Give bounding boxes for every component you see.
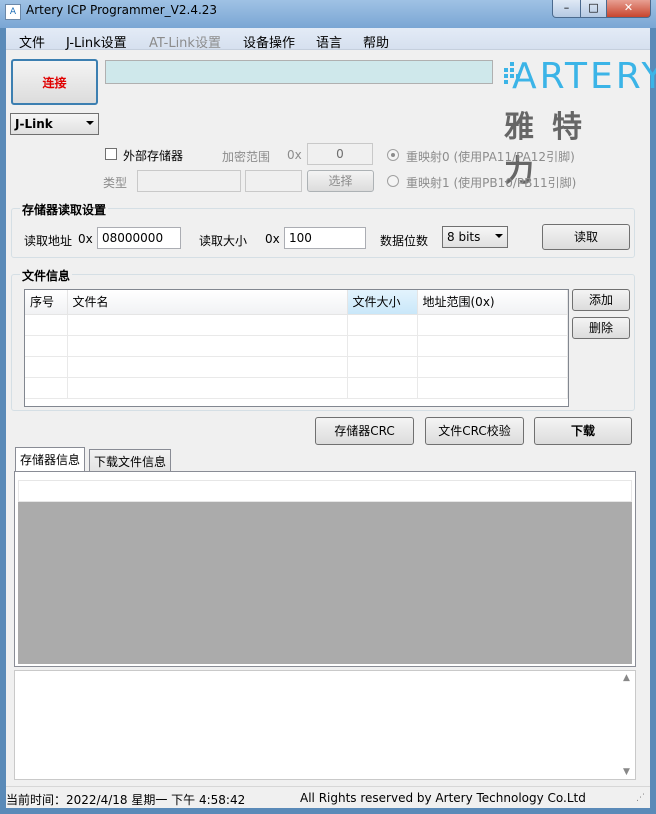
column-header-filesize[interactable]: 文件大小: [347, 290, 418, 315]
tab-download-file-info[interactable]: 下载文件信息: [89, 449, 172, 471]
read-address-prefix: 0x: [78, 232, 93, 246]
external-memory-checkbox[interactable]: [105, 148, 117, 160]
maximize-button[interactable]: □: [580, 0, 607, 18]
progress-bar: [105, 60, 493, 84]
memory-crc-button[interactable]: 存储器CRC: [315, 417, 414, 445]
minimize-button[interactable]: –: [552, 0, 581, 18]
close-button[interactable]: ✕: [606, 0, 651, 18]
download-button[interactable]: 下载: [534, 417, 632, 445]
window-title: Artery ICP Programmer_V2.4.23: [26, 3, 218, 17]
menu-atlink-settings[interactable]: AT-Link设置: [149, 32, 221, 51]
remap0-label: 重映射0 (使用PA11/PA12引脚): [406, 150, 575, 164]
main-window: 文件 J-Link设置 AT-Link设置 设备操作 语言 帮助 连接 J-Li…: [6, 28, 656, 808]
copyright-text: All Rights reserved by Artery Technology…: [300, 791, 586, 805]
radio-dot-icon: [391, 153, 395, 157]
device-combo[interactable]: J-Link: [10, 113, 99, 135]
menu-device-ops[interactable]: 设备操作: [243, 32, 295, 51]
menu-language[interactable]: 语言: [316, 32, 342, 51]
file-table: 序号 文件名 文件大小 地址范围(0x): [25, 290, 568, 399]
type-input-2[interactable]: [245, 170, 302, 192]
resize-grip-icon[interactable]: ⋰: [636, 793, 645, 803]
app-icon: A: [5, 4, 21, 20]
data-bits-value: 8 bits: [447, 230, 481, 244]
column-header-index[interactable]: 序号: [25, 290, 68, 315]
menu-help[interactable]: 帮助: [363, 32, 389, 51]
status-bar: 当前时间：2022/4/18 星期一 下午 4:58:42 All Rights…: [6, 786, 650, 808]
select-button[interactable]: 选择: [307, 170, 374, 192]
type-input[interactable]: [137, 170, 241, 192]
chevron-down-icon: [86, 121, 94, 125]
read-settings-title: 存储器读取设置: [20, 201, 109, 218]
artery-logo: ARTERY 雅特力: [502, 54, 656, 189]
data-bits-combo[interactable]: 8 bits: [442, 226, 508, 248]
read-size-input[interactable]: 100: [284, 227, 366, 249]
data-bits-label: 数据位数: [380, 234, 429, 248]
title-bar: A Artery ICP Programmer_V2.4.23 – □ ✕: [0, 0, 656, 28]
connect-button[interactable]: 连接: [11, 59, 98, 105]
memory-view-area[interactable]: [18, 502, 632, 664]
encrypt-range-label: 加密范围: [222, 150, 271, 164]
read-button[interactable]: 读取: [542, 224, 630, 250]
current-time: 当前时间：2022/4/18 星期一 下午 4:58:42: [6, 793, 246, 807]
log-textarea[interactable]: ▲ ▼: [14, 670, 636, 780]
tab-memory-info[interactable]: 存储器信息: [15, 447, 86, 471]
remap1-label: 重映射1 (使用PB10/PB11引脚): [406, 176, 577, 190]
file-crc-button[interactable]: 文件CRC校验: [425, 417, 524, 445]
file-list[interactable]: 序号 文件名 文件大小 地址范围(0x): [24, 289, 569, 407]
menu-jlink-settings[interactable]: J-Link设置: [66, 32, 127, 51]
type-label: 类型: [103, 176, 128, 190]
log-scrollbar[interactable]: ▲ ▼: [619, 671, 635, 779]
scroll-down-icon[interactable]: ▼: [623, 767, 630, 777]
scroll-up-icon[interactable]: ▲: [623, 673, 630, 683]
menu-bar: 文件 J-Link设置 AT-Link设置 设备操作 语言 帮助: [6, 28, 650, 51]
tab-panel: [14, 471, 636, 667]
remap0-radio[interactable]: [387, 149, 399, 161]
encrypt-range-input[interactable]: 0: [307, 143, 373, 165]
delete-file-button[interactable]: 删除: [572, 317, 630, 339]
external-memory-label: 外部存储器: [123, 149, 184, 163]
device-combo-value: J-Link: [15, 117, 53, 131]
table-row: [25, 335, 568, 357]
add-file-button[interactable]: 添加: [572, 289, 630, 311]
table-row: [25, 314, 568, 336]
logo-text: ARTERY: [512, 56, 656, 97]
table-row: [25, 377, 568, 399]
read-address-label: 读取地址: [24, 234, 73, 248]
read-size-prefix: 0x: [265, 232, 280, 246]
column-header-filename[interactable]: 文件名: [67, 290, 348, 315]
encrypt-range-prefix: 0x: [287, 148, 302, 162]
chevron-down-icon: [495, 234, 503, 238]
memory-info-header: [18, 480, 632, 502]
remap1-radio[interactable]: [387, 175, 399, 187]
column-header-address-range[interactable]: 地址范围(0x): [417, 290, 568, 315]
read-size-label: 读取大小: [199, 234, 248, 248]
table-row: [25, 356, 568, 378]
read-address-input[interactable]: 08000000: [97, 227, 181, 249]
file-info-title: 文件信息: [20, 267, 73, 284]
menu-file[interactable]: 文件: [19, 32, 45, 51]
